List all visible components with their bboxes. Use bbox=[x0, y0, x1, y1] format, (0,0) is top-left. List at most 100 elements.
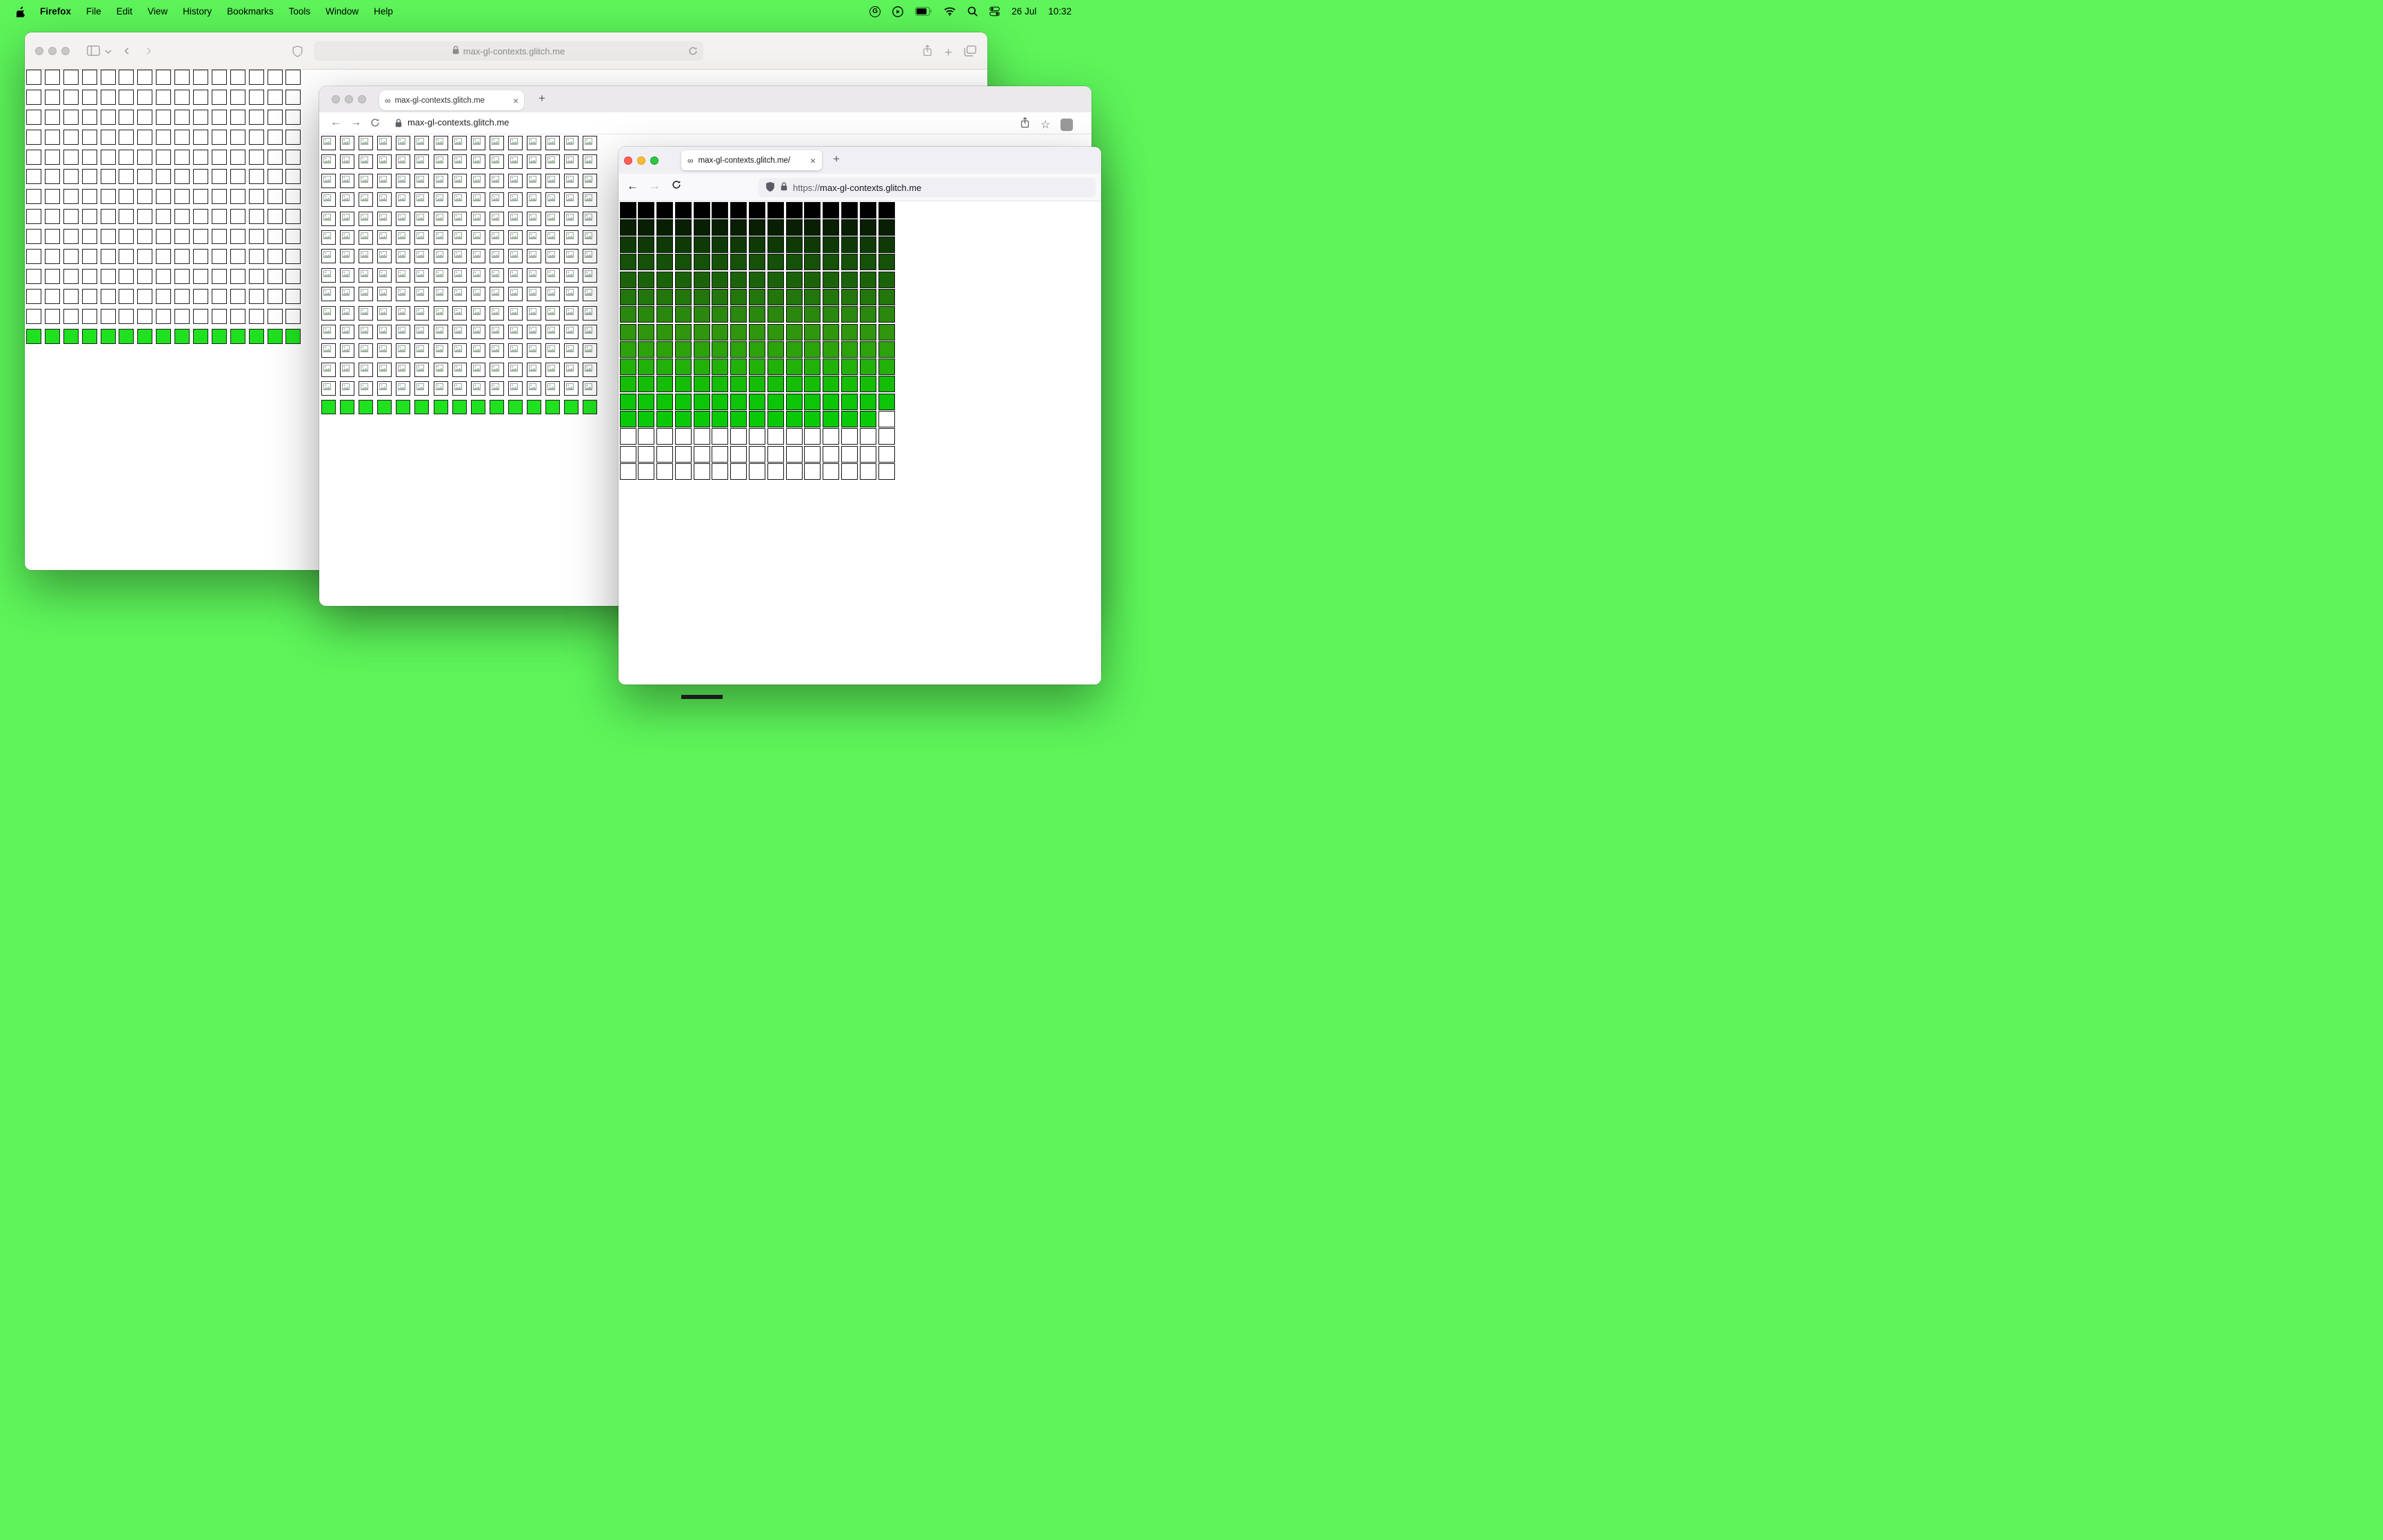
gl-canvas-cell bbox=[823, 428, 840, 445]
new-tab-button[interactable]: + bbox=[539, 92, 545, 105]
grammarly-icon[interactable]: G bbox=[869, 6, 881, 17]
menu-help[interactable]: Help bbox=[366, 6, 401, 17]
reload-icon[interactable] bbox=[370, 118, 380, 128]
menu-window[interactable]: Window bbox=[318, 6, 366, 17]
gl-canvas-cell bbox=[230, 189, 245, 205]
gl-canvas-cell bbox=[859, 201, 876, 219]
gl-canvas-cell bbox=[470, 267, 485, 283]
broken-image-icon bbox=[454, 156, 462, 164]
broken-image-icon bbox=[416, 213, 425, 221]
tab-close-icon[interactable]: × bbox=[810, 155, 816, 166]
gl-canvas-cell bbox=[656, 219, 674, 236]
privacy-shield-icon[interactable] bbox=[292, 45, 303, 57]
gl-canvas-cell bbox=[63, 169, 79, 185]
gl-canvas-cell bbox=[545, 211, 561, 226]
broken-image-icon bbox=[379, 175, 388, 183]
broken-image-icon bbox=[472, 138, 481, 145]
gl-canvas-cell bbox=[619, 219, 636, 236]
gl-canvas-cell bbox=[321, 305, 336, 321]
menubar-time[interactable]: 10:32 bbox=[1048, 6, 1072, 17]
lock-icon[interactable] bbox=[395, 119, 402, 128]
minimize-window-button[interactable] bbox=[345, 95, 353, 103]
close-window-button[interactable] bbox=[35, 47, 43, 55]
gl-canvas-cell bbox=[656, 445, 674, 463]
back-button[interactable]: ‹ bbox=[124, 41, 130, 59]
address-bar[interactable]: https://max-gl-contexts.glitch.me bbox=[758, 178, 1096, 197]
gl-canvas-cell bbox=[81, 129, 97, 145]
gl-canvas-cell bbox=[489, 173, 504, 188]
back-button[interactable]: ← bbox=[330, 116, 341, 129]
playback-icon[interactable] bbox=[892, 6, 904, 17]
broken-image-icon bbox=[472, 251, 481, 259]
wifi-icon[interactable] bbox=[944, 7, 956, 16]
share-icon[interactable] bbox=[922, 44, 933, 61]
lock-icon[interactable] bbox=[781, 182, 787, 193]
gl-canvas-cell bbox=[767, 236, 784, 254]
close-window-button[interactable] bbox=[332, 95, 340, 103]
minimize-window-button[interactable] bbox=[637, 156, 645, 165]
tab-close-icon[interactable]: × bbox=[513, 95, 519, 106]
gl-canvas-cell bbox=[193, 89, 209, 105]
broken-image-icon bbox=[454, 364, 462, 372]
broken-image-icon bbox=[566, 251, 574, 259]
tracking-shield-icon[interactable] bbox=[765, 181, 775, 194]
battery-icon[interactable] bbox=[915, 7, 932, 16]
gl-canvas-cell bbox=[712, 271, 729, 288]
broken-image-icon bbox=[379, 326, 388, 334]
gl-canvas-cell bbox=[619, 428, 636, 445]
address-bar[interactable]: max-gl-contexts.glitch.me bbox=[314, 41, 703, 61]
spotlight-search-icon[interactable] bbox=[967, 6, 978, 17]
new-tab-button[interactable]: + bbox=[945, 46, 952, 59]
gl-canvas-cell bbox=[507, 249, 523, 264]
apple-menu-icon[interactable] bbox=[10, 6, 32, 17]
broken-image-icon bbox=[361, 289, 369, 296]
tab-overview-icon[interactable] bbox=[964, 45, 976, 60]
broken-image-icon bbox=[585, 307, 593, 315]
gl-canvas-cell bbox=[156, 328, 172, 344]
gl-canvas-cell bbox=[712, 428, 729, 445]
gl-canvas-cell bbox=[433, 287, 448, 302]
share-icon[interactable] bbox=[1020, 116, 1030, 132]
zoom-window-button[interactable] bbox=[61, 47, 70, 55]
gl-canvas-cell bbox=[433, 249, 448, 264]
reload-icon[interactable] bbox=[688, 46, 698, 58]
browser-tab[interactable]: ∞ max-gl-contexts.glitch.me × bbox=[379, 90, 524, 110]
bookmark-star-icon[interactable]: ☆ bbox=[1040, 118, 1050, 132]
gl-canvas-cell bbox=[44, 169, 60, 185]
forward-button[interactable]: › bbox=[146, 41, 152, 59]
gl-canvas-cell bbox=[878, 411, 895, 428]
gl-canvas-cell bbox=[878, 323, 895, 341]
minimize-window-button[interactable] bbox=[48, 47, 57, 55]
back-button[interactable]: ← bbox=[627, 179, 639, 193]
reload-icon[interactable] bbox=[672, 180, 681, 190]
browser-tab[interactable]: ∞ max-gl-contexts.glitch.me/ × bbox=[681, 150, 822, 170]
control-center-icon[interactable] bbox=[989, 6, 1000, 17]
gl-canvas-cell bbox=[267, 249, 283, 265]
gl-canvas-cell bbox=[656, 254, 674, 271]
gl-canvas-cell bbox=[174, 169, 190, 185]
gl-canvas-cell bbox=[248, 89, 264, 105]
gl-canvas-cell bbox=[26, 249, 41, 265]
gl-canvas-cell bbox=[63, 229, 79, 245]
chevron-down-icon[interactable] bbox=[105, 50, 112, 54]
zoom-window-button[interactable] bbox=[358, 95, 366, 103]
gl-canvas-cell bbox=[712, 393, 729, 410]
forward-button[interactable]: → bbox=[350, 116, 361, 129]
forward-button[interactable]: → bbox=[649, 179, 661, 193]
address-bar[interactable]: max-gl-contexts.glitch.me bbox=[408, 117, 509, 128]
sidebar-toggle-icon[interactable] bbox=[87, 45, 100, 56]
gl-canvas-cell bbox=[749, 201, 766, 219]
menu-history[interactable]: History bbox=[175, 6, 219, 17]
menu-bookmarks[interactable]: Bookmarks bbox=[219, 6, 281, 17]
profile-icon[interactable] bbox=[1060, 118, 1074, 131]
menu-edit[interactable]: Edit bbox=[109, 6, 140, 17]
menubar-date[interactable]: 26 Jul bbox=[1012, 6, 1036, 17]
menu-view[interactable]: View bbox=[140, 6, 175, 17]
new-tab-button[interactable]: + bbox=[833, 152, 840, 166]
menu-file[interactable]: File bbox=[79, 6, 109, 17]
menu-tools[interactable]: Tools bbox=[281, 6, 319, 17]
zoom-window-button[interactable] bbox=[650, 156, 658, 165]
close-window-button[interactable] bbox=[624, 156, 632, 165]
gl-canvas-cell bbox=[433, 136, 448, 150]
active-app-name[interactable]: Firefox bbox=[32, 6, 79, 17]
